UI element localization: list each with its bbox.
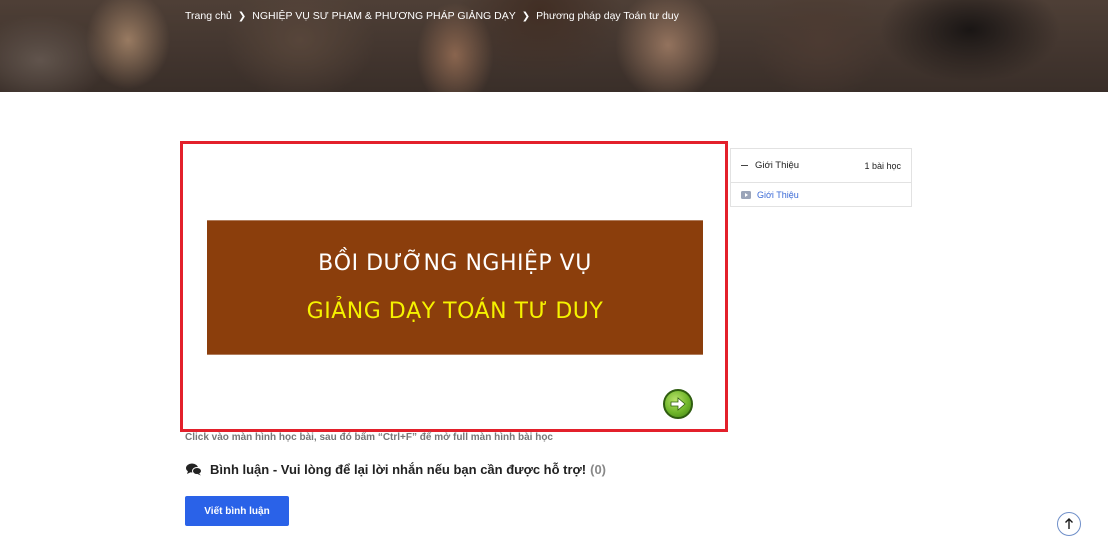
next-slide-button[interactable]	[663, 389, 693, 419]
breadcrumb: Trang chủ ❯ NGHIỆP VỤ SƯ PHẠM & PHƯƠNG P…	[185, 10, 679, 22]
slide-title-band: BỒI DƯỠNG NGHIỆP VỤ GIẢNG DẠY TOÁN TƯ DU…	[207, 220, 703, 355]
scroll-to-top-button[interactable]	[1057, 512, 1081, 536]
breadcrumb-home[interactable]: Trang chủ	[185, 10, 232, 22]
comments-count: (0)	[590, 462, 607, 477]
slide-title-line1: BỒI DƯỠNG NGHIỆP VỤ	[318, 251, 592, 276]
chevron-right-icon: ❯	[521, 10, 531, 22]
lesson-item[interactable]: Giới Thiệu	[731, 183, 911, 207]
fullscreen-hint: Click vào màn hình học bài, sau đó bấm “…	[185, 432, 553, 443]
comments-title: Bình luận - Vui lòng để lại lời nhắn nếu…	[210, 462, 587, 477]
video-play-icon	[741, 191, 751, 199]
lesson-title: Giới Thiệu	[757, 190, 799, 200]
curriculum-panel: Giới Thiệu 1 bài học Giới Thiệu	[730, 148, 912, 207]
section-lesson-count: 1 bài học	[864, 160, 901, 171]
chevron-right-icon: ❯	[237, 10, 247, 22]
arrow-up-icon	[1065, 518, 1073, 529]
hero-banner: Trang chủ ❯ NGHIỆP VỤ SƯ PHẠM & PHƯƠNG P…	[0, 0, 1108, 92]
chat-bubbles-icon	[186, 463, 202, 476]
slide-title-line2: GIẢNG DẠY TOÁN TƯ DUY	[306, 299, 604, 324]
section-title: Giới Thiệu	[755, 160, 800, 171]
breadcrumb-current: Phương pháp dạy Toán tư duy	[536, 10, 679, 22]
write-comment-button[interactable]: Viết bình luận	[185, 496, 289, 526]
lesson-player[interactable]: BỒI DƯỠNG NGHIỆP VỤ GIẢNG DẠY TOÁN TƯ DU…	[180, 141, 728, 432]
lesson-slide[interactable]: BỒI DƯỠNG NGHIỆP VỤ GIẢNG DẠY TOÁN TƯ DU…	[207, 153, 703, 423]
comments-heading: Bình luận - Vui lòng để lại lời nhắn nếu…	[186, 462, 606, 477]
arrow-right-circle-icon	[670, 397, 686, 411]
curriculum-section-header[interactable]: Giới Thiệu 1 bài học	[731, 149, 911, 183]
collapse-icon	[741, 165, 748, 166]
breadcrumb-category[interactable]: NGHIỆP VỤ SƯ PHẠM & PHƯƠNG PHÁP GIẢNG DẠ…	[252, 10, 515, 22]
